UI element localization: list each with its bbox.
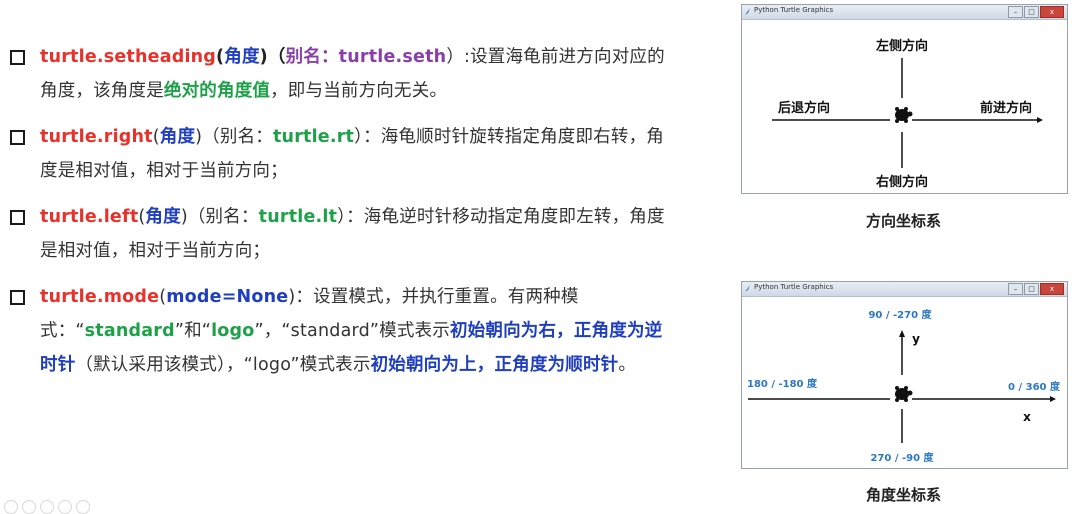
bullet-setheading: turtle.setheading(角度)（别名：turtle.seth）:设置… — [10, 40, 675, 108]
label-right: 0 / 360 度 — [1008, 380, 1061, 393]
square-bullet-icon — [10, 210, 25, 225]
close-button[interactable]: x — [1040, 283, 1064, 295]
label-left: 180 / -180 度 — [747, 377, 818, 390]
minimize-button[interactable]: – — [1008, 283, 1023, 295]
dot-icon — [4, 500, 18, 514]
turtle-window-angle: Python Turtle Graphics – □ x 90 / -270 度… — [741, 281, 1068, 469]
square-bullet-icon — [10, 290, 25, 305]
bullet-right: turtle.right(角度)（别名：turtle.rt）：海龟顺时针旋转指定… — [10, 120, 675, 188]
function-name: turtle.setheading — [40, 47, 217, 67]
turtle-window-direction: Python Turtle Graphics – □ x 左侧方向 后退方向 前… — [741, 4, 1068, 194]
window-title: Python Turtle Graphics — [754, 6, 834, 14]
text: )（别名： — [195, 127, 273, 147]
argument: 角度 — [159, 127, 196, 147]
caption-direction: 方向坐标系 — [865, 212, 941, 230]
direction-diagram: 左侧方向 后退方向 前进方向 右侧方向 — [772, 38, 1043, 190]
mode-logo: logo — [211, 321, 255, 341]
arrow-right-icon — [1050, 396, 1056, 402]
mode-standard: standard — [84, 321, 175, 341]
text: ”和“ — [174, 321, 212, 341]
emphasis: 绝对的角度值 — [163, 81, 271, 101]
axis-y-label: y — [912, 332, 920, 346]
label-right: 前进方向 — [980, 100, 1032, 116]
bullet-mode: turtle.mode(mode=None)：设置模式，并执行重置。有两种模式：… — [10, 280, 675, 382]
dot-icon — [22, 500, 36, 514]
function-name: turtle.mode — [40, 287, 160, 307]
decorative-dots — [4, 500, 90, 514]
alias: turtle.rt — [272, 127, 355, 147]
argument: mode=None — [166, 287, 289, 307]
feather-icon — [745, 285, 750, 292]
label-left: 后退方向 — [778, 100, 830, 116]
label-down: 右侧方向 — [875, 174, 928, 190]
arrow-right-icon — [1037, 117, 1043, 123]
text: （默认采用该模式），“logo”模式表示 — [75, 355, 371, 375]
square-bullet-icon — [10, 130, 25, 145]
function-name: turtle.right — [40, 127, 153, 147]
description-end: ，即与当前方向无关。 — [270, 81, 448, 101]
maximize-button[interactable]: □ — [1024, 283, 1039, 295]
label-up: 左侧方向 — [876, 38, 928, 54]
window-titlebar[interactable]: Python Turtle Graphics – □ x — [742, 5, 1067, 20]
label-up: 90 / -270 度 — [868, 308, 932, 321]
argument: 角度 — [224, 47, 260, 67]
turtle-icon — [895, 386, 913, 402]
emphasis-logo: 初始朝向为上，正角度为顺时针 — [370, 355, 619, 375]
angle-diagram: 90 / -270 度 180 / -180 度 0 / 360 度 270 /… — [747, 308, 1061, 464]
caption-angle: 角度坐标系 — [865, 486, 941, 504]
label-down: 270 / -90 度 — [870, 451, 934, 464]
text: )（ — [259, 47, 286, 67]
axis-x-label: x — [1023, 410, 1031, 424]
dot-icon — [58, 500, 72, 514]
arrow-up-icon — [899, 330, 905, 337]
text: )（别名： — [180, 207, 259, 227]
text: ”，“standard”模式表示 — [254, 321, 450, 341]
bullet-list: turtle.setheading(角度)（别名：turtle.seth）:设置… — [10, 40, 675, 394]
function-name: turtle.left — [40, 207, 139, 227]
close-button[interactable]: x — [1040, 6, 1064, 18]
maximize-button[interactable]: □ — [1024, 6, 1039, 18]
alias: 别名：turtle.seth — [285, 47, 447, 67]
paren: ( — [152, 127, 160, 147]
bullet-left: turtle.left(角度)（别名：turtle.lt）：海龟逆时针移动指定角… — [10, 200, 675, 268]
feather-icon — [745, 8, 750, 15]
alias: turtle.lt — [258, 207, 338, 227]
window-title: Python Turtle Graphics — [754, 283, 834, 291]
minimize-button[interactable]: – — [1008, 6, 1023, 18]
text: 。 — [618, 355, 637, 375]
dot-icon — [40, 500, 54, 514]
turtle-icon — [895, 107, 913, 123]
argument: 角度 — [145, 207, 181, 227]
dot-icon — [76, 500, 90, 514]
window-titlebar[interactable]: Python Turtle Graphics – □ x — [742, 282, 1067, 297]
square-bullet-icon — [10, 50, 25, 65]
